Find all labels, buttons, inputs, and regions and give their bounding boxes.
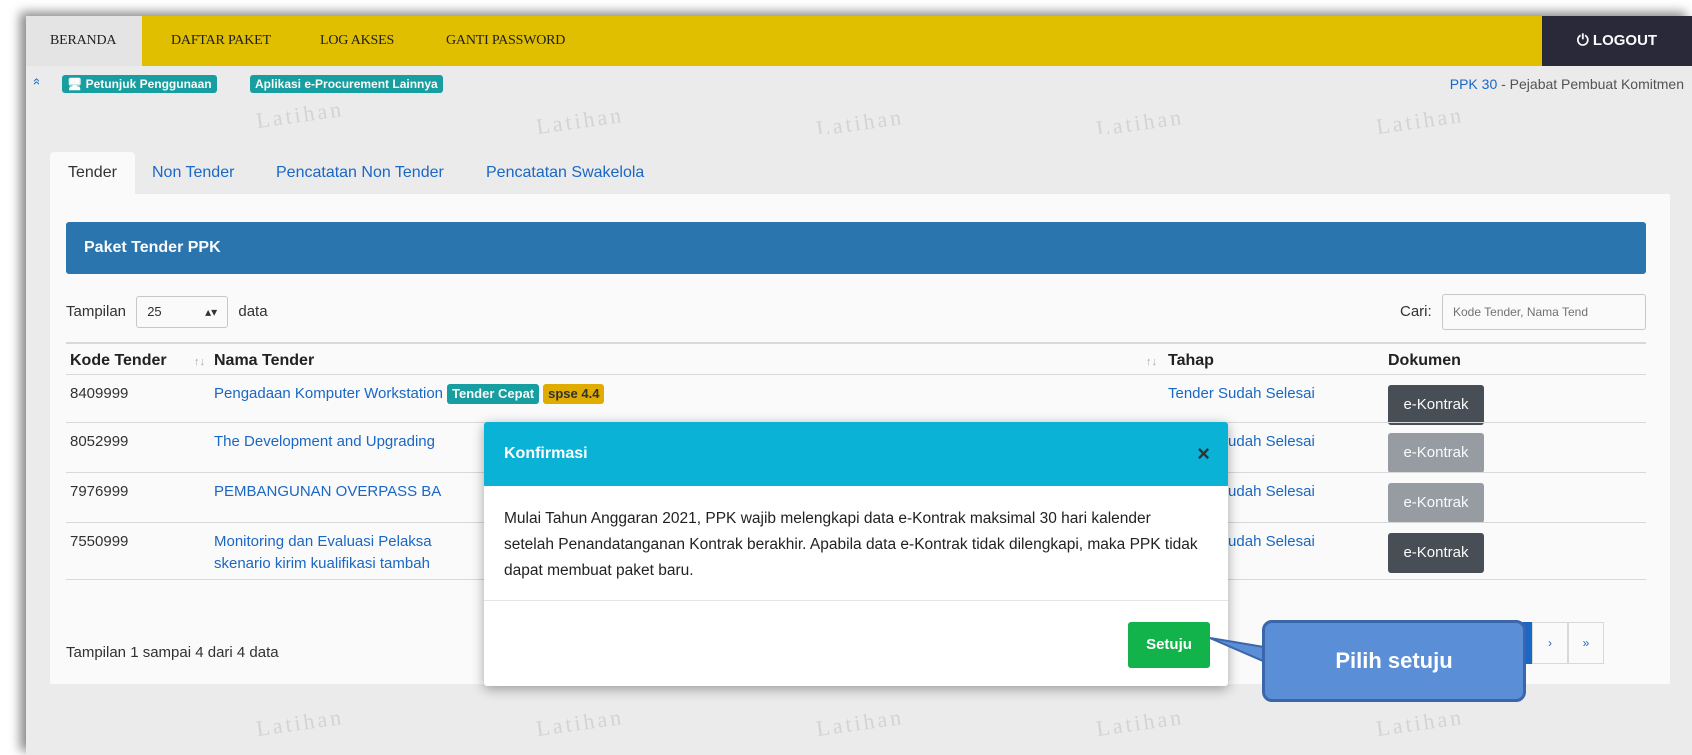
close-icon[interactable]: × [1197,422,1210,486]
instruction-callout: Pilih setuju [1262,620,1526,702]
modal-title: Konfirmasi [484,422,1228,486]
confirmation-modal: Konfirmasi × Mulai Tahun Anggaran 2021, … [484,422,1228,686]
modal-divider [484,600,1228,601]
setuju-button[interactable]: Setuju [1128,622,1210,668]
callout-pointer [1210,637,1270,666]
modal-message: Mulai Tahun Anggaran 2021, PPK wajib mel… [504,510,1198,579]
